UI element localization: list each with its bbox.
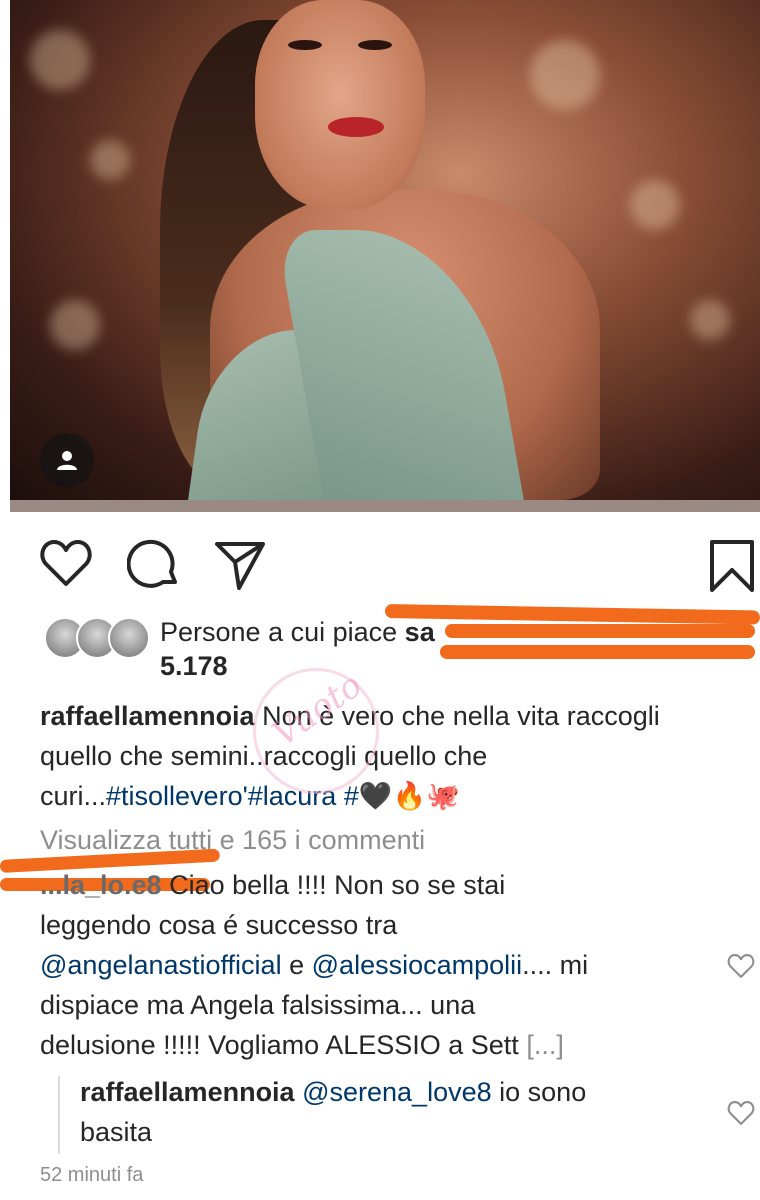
caption-emojis: 🖤🔥🐙 [358, 781, 460, 811]
redaction-scribble [384, 604, 760, 625]
heart-icon[interactable] [40, 538, 92, 588]
user-tag-icon [57, 451, 77, 470]
comment-text: e [289, 950, 305, 980]
comment-line5: delusione !!!!! Vogliamo ALESSIO a Sett … [40, 1025, 564, 1065]
caption-text: curi... [40, 781, 107, 811]
redaction-scribble [445, 624, 755, 638]
comment-line1: ...la_lo.e8 Ciao bella !!!! Non so se st… [40, 865, 505, 905]
comment-text-line2: leggendo cosa é successo tra [40, 910, 398, 940]
caption-username[interactable]: raffaellamennoia [40, 701, 255, 731]
user-tag-button[interactable] [40, 433, 94, 487]
caption-line3: curi...#tisollevero'#lacura #🖤🔥🐙 [40, 776, 460, 816]
more-link[interactable]: [...] [526, 1030, 564, 1060]
reply-like-heart-icon[interactable] [727, 1100, 755, 1126]
comment-like-heart-icon[interactable] [727, 953, 755, 979]
liker-avatars[interactable] [44, 617, 150, 661]
comment-icon[interactable] [127, 538, 181, 592]
reply-username[interactable]: raffaellamennoia [80, 1077, 295, 1107]
comment-username[interactable]: ...la_lo.e8 [40, 870, 162, 900]
reply-line1: raffaellamennoia @serena_love8 io sono [80, 1072, 586, 1112]
likes-count[interactable]: 5.178 [160, 646, 228, 686]
reply-text-line2: basita [80, 1117, 153, 1147]
mention-link[interactable]: @angelanastiofficial [40, 950, 282, 980]
likes-first-user[interactable]: sa [405, 617, 435, 647]
bookmark-icon[interactable] [708, 538, 756, 594]
mention-link[interactable]: @alessiocampolii [312, 950, 523, 980]
avatar [108, 617, 150, 659]
photo-divider [10, 500, 760, 512]
post-photo[interactable] [10, 0, 760, 500]
likes-prefix: Persone a cui piace [160, 617, 398, 647]
comment-text-line4: dispiace ma Angela falsissima... una [40, 990, 476, 1020]
action-bar [0, 530, 760, 600]
timestamp: 52 minuti fa [40, 1164, 144, 1186]
reply-thread-line [58, 1076, 60, 1154]
comment-line3: @angelanastiofficial e @alessiocampolii.… [40, 945, 588, 985]
redaction-scribble [440, 645, 755, 659]
share-icon[interactable] [213, 538, 267, 592]
mention-link[interactable]: @serena_love8 [302, 1077, 492, 1107]
reply-text: io sono [499, 1077, 587, 1107]
comment-text: Ciao bella !!!! Non so se stai [169, 870, 506, 900]
comment-text: .... mi [522, 950, 589, 980]
comment-text: delusione !!!!! Vogliamo ALESSIO a Sett [40, 1030, 519, 1060]
hashtag-link[interactable]: #tisollevero' [106, 781, 248, 811]
